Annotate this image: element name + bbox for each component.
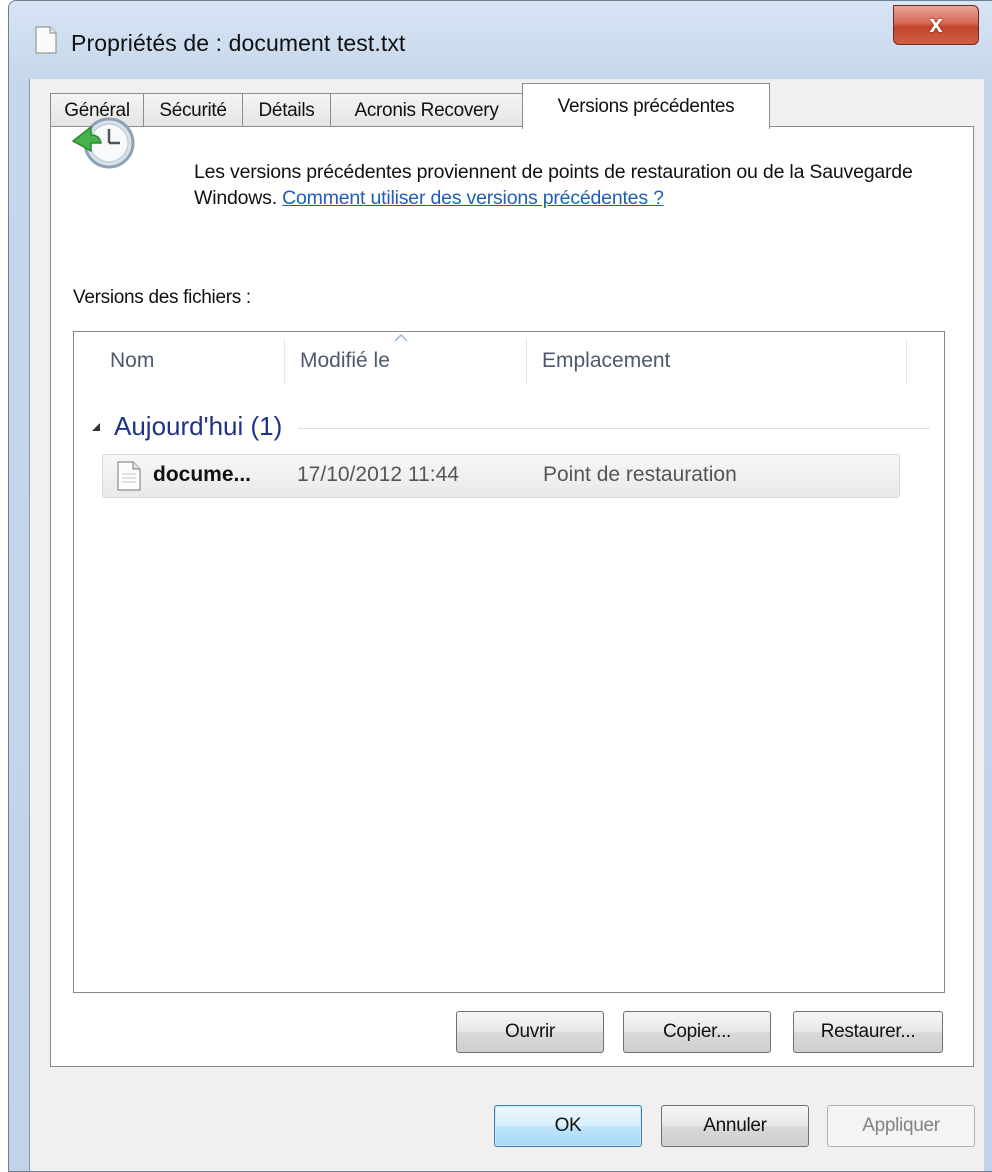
column-header-location[interactable]: Emplacement (542, 332, 902, 390)
window-title: Propriétés de : document test.txt (71, 30, 406, 56)
tab-previous-versions[interactable]: Versions précédentes (522, 83, 770, 129)
help-link[interactable]: Comment utiliser des versions précédente… (282, 187, 664, 209)
restore-button[interactable]: Restaurer... (793, 1011, 943, 1053)
sort-indicator-icon (394, 334, 408, 342)
version-modified-date: 17/10/2012 11:44 (297, 463, 459, 486)
group-title: Aujourd'hui (1) (114, 410, 283, 441)
properties-window: Propriétés de : document test.txt x Géné… (8, 0, 992, 1172)
column-header-name[interactable]: Nom (110, 332, 280, 390)
column-separator[interactable] (284, 338, 285, 384)
column-header-modified[interactable]: Modifié le (300, 332, 520, 390)
apply-button[interactable]: Appliquer (827, 1105, 975, 1147)
previous-versions-clock-icon (71, 117, 135, 169)
group-divider (298, 427, 930, 429)
close-button[interactable]: x (893, 5, 979, 45)
tab-acronis-recovery[interactable]: Acronis Recovery (330, 93, 523, 127)
column-separator[interactable] (906, 338, 907, 384)
info-paragraph: Les versions précédentes proviennent de … (194, 159, 914, 211)
tab-strip: Général Sécurité Détails Acronis Recover… (50, 81, 950, 129)
version-file-name: docume... (153, 463, 252, 486)
file-versions-label: Versions des fichiers : (73, 287, 251, 308)
text-file-icon (35, 26, 57, 54)
tab-details[interactable]: Détails (242, 93, 331, 127)
tab-security[interactable]: Sécurité (143, 93, 243, 127)
collapse-triangle-icon[interactable] (90, 421, 102, 433)
version-location: Point de restauration (543, 463, 737, 486)
list-item[interactable]: docume... 17/10/2012 11:44 Point de rest… (102, 454, 900, 498)
cancel-button[interactable]: Annuler (661, 1105, 809, 1147)
versions-list[interactable]: Nom Modifié le Emplacement Aujourd'hui (… (73, 331, 945, 993)
title-bar[interactable]: Propriétés de : document test.txt x (9, 1, 992, 81)
ok-button[interactable]: OK (494, 1105, 642, 1147)
copy-button[interactable]: Copier... (623, 1011, 771, 1053)
group-header-today[interactable]: Aujourd'hui (1) (90, 406, 930, 446)
open-button[interactable]: Ouvrir (456, 1011, 604, 1053)
column-separator[interactable] (526, 338, 527, 384)
text-file-icon (117, 461, 141, 491)
